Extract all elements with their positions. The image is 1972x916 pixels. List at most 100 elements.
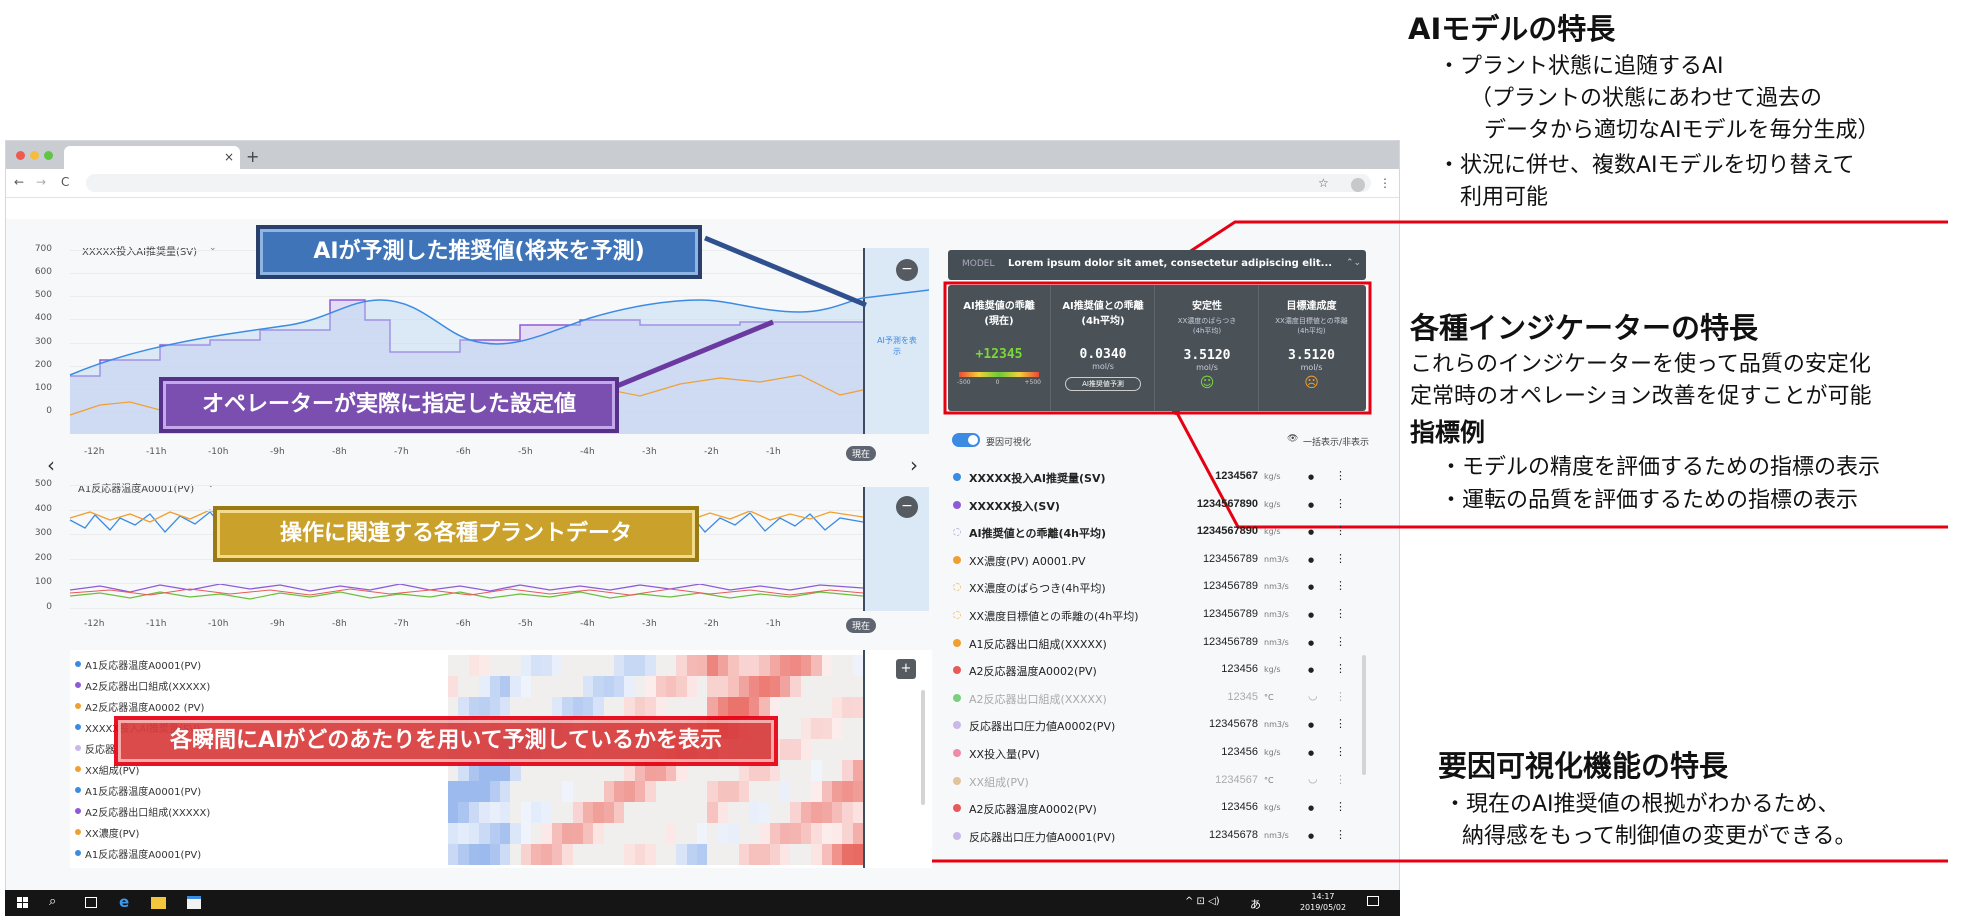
- drag-handle-icon[interactable]: ⋮: [1335, 717, 1346, 730]
- variable-row[interactable]: XX投入量(PV) 123456 kg/s ● ⋮: [953, 741, 1358, 767]
- heatmap-add-button[interactable]: +: [896, 659, 916, 679]
- model-selector[interactable]: MODEL Lorem ipsum dolor sit amet, consec…: [948, 250, 1366, 280]
- eye-icon[interactable]: ●: [1308, 473, 1314, 481]
- drag-handle-icon[interactable]: ⋮: [1335, 635, 1346, 648]
- heatmap-row[interactable]: XX濃度(PV): [75, 823, 895, 844]
- file-explorer-icon[interactable]: [151, 897, 166, 909]
- heatmap-cell: [582, 781, 594, 802]
- heatmap-row[interactable]: A1反応器温度A0001(PV): [75, 781, 895, 802]
- heatmap-cell: [717, 697, 729, 718]
- drag-handle-icon[interactable]: ⋮: [1335, 690, 1346, 703]
- heatmap-cell: [697, 676, 708, 697]
- heatmap-cell: [655, 676, 666, 697]
- task-view-icon[interactable]: [85, 897, 97, 908]
- collapse-chart2-button[interactable]: −: [896, 496, 918, 518]
- variable-row[interactable]: XX濃度のばらつき(4h平均) 123456789 nm3/s ● ⋮: [953, 575, 1358, 601]
- variable-row[interactable]: A1反応器出口組成(XXXXX) 123456789 nm3/s ● ⋮: [953, 631, 1358, 657]
- clock-time[interactable]: 14:17: [1298, 892, 1348, 901]
- drag-handle-icon[interactable]: ⋮: [1335, 800, 1346, 813]
- drag-handle-icon[interactable]: ⋮: [1335, 828, 1346, 841]
- eye-icon[interactable]: ◡: [1308, 689, 1318, 702]
- gauge-label: 0: [995, 379, 1000, 386]
- heatmap-cell: [614, 844, 625, 865]
- heatmap-cell: [769, 823, 780, 844]
- ai-prediction-button[interactable]: AI推奨値予測: [1065, 377, 1141, 391]
- eye-icon[interactable]: 👁: [1287, 434, 1298, 444]
- eye-icon[interactable]: ●: [1308, 804, 1314, 812]
- heatmap-cell: [842, 844, 853, 865]
- heatmap-cell: [479, 844, 490, 865]
- variable-row[interactable]: XX濃度(PV) A0001.PV 123456789 nm3/s ● ⋮: [953, 548, 1358, 574]
- store-icon[interactable]: [187, 896, 201, 909]
- heatmap-cell: [842, 739, 853, 760]
- heatmap-cell: [697, 781, 708, 802]
- heatmap-row[interactable]: A1反応器温度A0001(PV): [75, 655, 895, 676]
- heatmap-cell: [748, 655, 760, 676]
- notification-icon[interactable]: [1367, 896, 1379, 906]
- eye-icon[interactable]: ●: [1308, 832, 1314, 840]
- heatmap-cell: [790, 844, 801, 865]
- eye-icon[interactable]: ◡: [1308, 772, 1318, 785]
- eye-icon[interactable]: ●: [1308, 611, 1314, 619]
- heatmap-row[interactable]: A2反応器出口組成(XXXXX): [75, 802, 895, 823]
- eye-icon[interactable]: ●: [1308, 749, 1314, 757]
- show-all-toggle[interactable]: 一括表示/非表示: [1303, 435, 1369, 448]
- heatmap-cells: [448, 781, 863, 802]
- frown-face-icon: ☹: [1304, 375, 1319, 391]
- variable-row[interactable]: XX濃度目標値との乖離の(4h平均) 123456789 nm3/s ● ⋮: [953, 603, 1358, 629]
- eye-icon[interactable]: ●: [1308, 528, 1314, 536]
- heatmap-cell: [614, 823, 625, 844]
- heatmap-cell: [458, 676, 469, 697]
- heatmap-cell: [759, 781, 770, 802]
- variable-row[interactable]: XXXXX投入AI推奨量(SV) 1234567 kg/s ● ⋮: [953, 465, 1358, 491]
- system-tray-icons[interactable]: ^ ⊡ ◁): [1185, 896, 1220, 907]
- heatmap-scrollbar[interactable]: [921, 690, 925, 805]
- heatmap-cell: [468, 802, 480, 823]
- eye-icon[interactable]: ●: [1308, 721, 1314, 729]
- heatmap-row[interactable]: A2反応器出口組成(XXXXX): [75, 676, 895, 697]
- eye-icon[interactable]: ●: [1308, 666, 1314, 674]
- variable-list-scrollbar[interactable]: [1362, 655, 1366, 775]
- heatmap-cell: [780, 823, 791, 844]
- drag-handle-icon[interactable]: ⋮: [1335, 524, 1346, 537]
- ime-indicator[interactable]: あ: [1250, 896, 1261, 912]
- variable-row[interactable]: A2反応器出口組成(XXXXX) 12345 °C ◡ ⋮: [953, 686, 1358, 712]
- variable-row[interactable]: AI推奨値との乖離(4h平均) 1234567890 kg/s ● ⋮: [953, 520, 1358, 546]
- eye-icon[interactable]: ●: [1308, 556, 1314, 564]
- variable-row[interactable]: A2反応器温度A0002(PV) 123456 kg/s ● ⋮: [953, 658, 1358, 684]
- variable-row[interactable]: XXXXX投入(SV) 1234567890 kg/s ● ⋮: [953, 493, 1358, 519]
- drag-handle-icon[interactable]: ⋮: [1335, 662, 1346, 675]
- heatmap-row[interactable]: A1反応器温度A0001(PV): [75, 844, 895, 865]
- heatmap-cell: [614, 655, 625, 676]
- windows-start-icon[interactable]: [17, 897, 29, 909]
- variable-row[interactable]: A2反応器温度A0002(PV) 123456 kg/s ● ⋮: [953, 796, 1358, 822]
- factor-visualization-toggle[interactable]: [952, 433, 980, 447]
- search-icon[interactable]: ⌕: [49, 894, 56, 909]
- drag-handle-icon[interactable]: ⋮: [1335, 469, 1346, 482]
- drag-handle-icon[interactable]: ⋮: [1335, 773, 1346, 786]
- heatmap-cell: [676, 676, 687, 697]
- variable-row[interactable]: 反応器出口圧力値A0002(PV) 12345678 nm3/s ● ⋮: [953, 713, 1358, 739]
- drag-handle-icon[interactable]: ⋮: [1335, 497, 1346, 510]
- eye-icon[interactable]: ●: [1308, 583, 1314, 591]
- drag-handle-icon[interactable]: ⋮: [1335, 745, 1346, 758]
- eye-icon[interactable]: ●: [1308, 501, 1314, 509]
- eye-icon[interactable]: ●: [1308, 639, 1314, 647]
- heatmap-cell: [510, 781, 521, 802]
- drag-handle-icon[interactable]: ⋮: [1335, 607, 1346, 620]
- drag-handle-icon[interactable]: ⋮: [1335, 579, 1346, 592]
- variable-row[interactable]: 反応器出口圧力値A0001(PV) 12345678 nm3/s ● ⋮: [953, 824, 1358, 850]
- drag-handle-icon[interactable]: ⋮: [1335, 552, 1346, 565]
- heatmap-cell: [551, 844, 563, 865]
- heatmap-cell: [520, 781, 531, 802]
- edge-browser-icon[interactable]: e: [119, 893, 129, 911]
- indicator-value: 3.5120: [1183, 348, 1231, 363]
- heatmap-row-label: XX濃度(PV): [85, 829, 140, 840]
- heatmap-cell: [572, 802, 583, 823]
- heatmap-cell: [821, 697, 832, 718]
- heatmap-row[interactable]: A2反応器温度A0002 (PV): [75, 697, 895, 718]
- clock-date[interactable]: 2019/05/02: [1298, 903, 1348, 912]
- variable-row[interactable]: XX組成(PV) 1234567 °C ◡ ⋮: [953, 769, 1358, 795]
- heatmap-cell: [582, 697, 594, 718]
- heatmap-cell: [562, 676, 573, 697]
